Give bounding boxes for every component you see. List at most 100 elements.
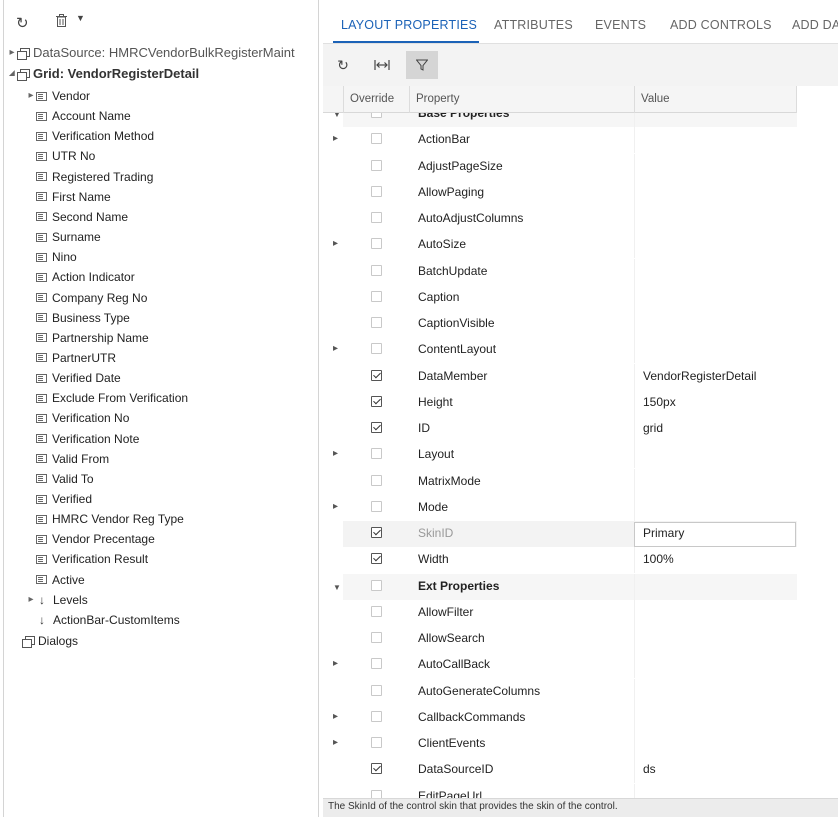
property-row[interactable]: ▸ Mode	[323, 494, 797, 521]
tree-node-field[interactable]: Valid To	[26, 469, 94, 489]
tree-node-levels[interactable]: ▸ ↓ Levels	[26, 590, 87, 610]
override-checkbox[interactable]	[371, 658, 382, 670]
tree-node-field[interactable]: Exclude From Verification	[26, 388, 188, 408]
tree-node-field[interactable]: Verification No	[26, 408, 129, 428]
property-row[interactable]: DataMember VendorRegisterDetail	[323, 363, 797, 390]
override-checkbox[interactable]	[371, 113, 382, 118]
property-row[interactable]: ▸ AutoSize	[323, 232, 797, 259]
property-row[interactable]: AllowPaging	[323, 179, 797, 206]
tree-node-dialogs[interactable]: Dialogs	[22, 631, 78, 651]
collapsed-arrow-icon[interactable]: ▸	[7, 43, 17, 63]
collapsed-arrow-icon[interactable]: ▸	[333, 133, 343, 144]
override-checkbox[interactable]	[371, 212, 382, 223]
override-checkbox[interactable]	[371, 737, 382, 748]
tree-node-field[interactable]: UTR No	[26, 146, 95, 166]
property-row[interactable]: AllowFilter	[323, 599, 797, 626]
property-row[interactable]: ID grid	[323, 416, 797, 442]
override-checkbox[interactable]	[371, 527, 382, 538]
override-checkbox[interactable]	[371, 422, 382, 433]
override-checkbox[interactable]	[371, 448, 382, 460]
caret-down-icon[interactable]: ▼	[76, 13, 85, 23]
override-checkbox[interactable]	[371, 789, 382, 798]
tab-add-data[interactable]: ADD DAT	[792, 18, 838, 32]
property-row[interactable]: AutoAdjustColumns	[323, 206, 797, 232]
property-row[interactable]: ▸ CallbackCommands	[323, 704, 797, 731]
tab-add-controls[interactable]: ADD CONTROLS	[670, 18, 772, 32]
tree-node-field[interactable]: Second Name	[26, 207, 128, 227]
override-checkbox[interactable]	[371, 185, 382, 197]
tree-node-field[interactable]: Surname	[26, 227, 101, 247]
property-row[interactable]: MatrixMode	[323, 468, 797, 495]
tree-node-field[interactable]: Vendor Precentage	[26, 529, 155, 549]
override-checkbox[interactable]	[371, 159, 382, 171]
override-checkbox[interactable]	[371, 474, 382, 486]
tree-node-field[interactable]: Nino	[26, 247, 77, 267]
tree-node-grid[interactable]: ◢ Grid: VendorRegisterDetail	[7, 64, 199, 84]
tree-node-field[interactable]: Company Reg No	[26, 288, 147, 308]
override-checkbox[interactable]	[371, 500, 382, 512]
property-row[interactable]: AllowSearch	[323, 626, 797, 652]
collapsed-arrow-icon[interactable]: ▸	[26, 86, 36, 106]
collapsed-arrow-icon[interactable]: ▸	[333, 238, 343, 249]
property-row[interactable]: ▸ AutoCallBack	[323, 652, 797, 679]
collapsed-arrow-icon[interactable]: ▸	[333, 658, 343, 669]
override-checkbox[interactable]	[371, 395, 382, 407]
property-row[interactable]: AutoGenerateColumns	[323, 678, 797, 705]
tab-layout-properties[interactable]: LAYOUT PROPERTIES	[341, 18, 477, 32]
collapsed-arrow-icon[interactable]: ▸	[333, 501, 343, 512]
tree-node-field[interactable]: Verification Method	[26, 126, 154, 146]
property-row[interactable]: Width 100%	[323, 547, 797, 574]
tree-node-datasource[interactable]: ▸ DataSource: HMRCVendorBulkRegisterMaint	[7, 43, 294, 63]
tree-node-field[interactable]: Verification Note	[26, 429, 139, 449]
collapsed-arrow-icon[interactable]: ▸	[333, 737, 343, 748]
collapsed-arrow-icon[interactable]: ▸	[26, 590, 36, 610]
tree-node-field[interactable]: ▸ Vendor	[26, 86, 90, 106]
property-row[interactable]: EditPageUrl	[323, 783, 797, 798]
override-checkbox[interactable]	[371, 684, 382, 696]
tree-node-field[interactable]: First Name	[26, 187, 111, 207]
tree-node-actionbar-customitems[interactable]: ↓ ActionBar-CustomItems	[36, 610, 180, 630]
collapsed-arrow-icon[interactable]: ▸	[333, 711, 343, 722]
tree-node-field[interactable]: Verification Result	[26, 549, 148, 569]
tab-events[interactable]: EVENTS	[595, 18, 646, 32]
override-checkbox[interactable]	[371, 553, 382, 565]
property-row[interactable]: Caption	[323, 284, 797, 311]
collapsed-arrow-icon[interactable]: ▸	[333, 343, 343, 354]
property-row[interactable]: ▸ ActionBar	[323, 127, 797, 154]
property-row[interactable]: CaptionVisible	[323, 311, 797, 337]
property-row[interactable]: AdjustPageSize	[323, 153, 797, 180]
tree-node-field[interactable]: Registered Trading	[26, 167, 153, 187]
collapsed-arrow-icon[interactable]: ▸	[333, 448, 343, 459]
override-checkbox[interactable]	[371, 317, 382, 328]
override-checkbox[interactable]	[371, 579, 382, 591]
fit-columns-icon[interactable]	[366, 51, 398, 79]
tree-node-field[interactable]: PartnerUTR	[26, 348, 116, 368]
property-row[interactable]: ▸ ContentLayout	[323, 337, 797, 364]
column-header-property[interactable]: Property	[409, 86, 634, 113]
tree-node-field[interactable]: Verified Date	[26, 368, 121, 388]
tree-node-field[interactable]: HMRC Vendor Reg Type	[26, 509, 184, 529]
expanded-arrow-icon[interactable]: ▼	[333, 113, 343, 119]
override-checkbox[interactable]	[371, 605, 382, 617]
property-row[interactable]: ▼ Ext Properties	[323, 573, 797, 600]
override-checkbox[interactable]	[371, 290, 382, 302]
tree-node-field[interactable]: Account Name	[26, 106, 131, 126]
override-checkbox[interactable]	[371, 369, 382, 381]
property-value[interactable]: Primary	[643, 526, 684, 540]
override-checkbox[interactable]	[371, 133, 382, 145]
override-checkbox[interactable]	[371, 238, 382, 250]
filter-icon[interactable]	[406, 51, 438, 79]
property-row[interactable]: ▸ Layout	[323, 442, 797, 469]
tree-node-field[interactable]: Business Type	[26, 308, 130, 328]
refresh-icon[interactable]: ↻	[327, 51, 359, 79]
property-row[interactable]: DataSourceID ds	[323, 757, 797, 784]
override-checkbox[interactable]	[371, 343, 382, 355]
expanded-arrow-icon[interactable]: ◢	[7, 64, 17, 84]
override-checkbox[interactable]	[371, 710, 382, 722]
override-checkbox[interactable]	[371, 632, 382, 643]
override-checkbox[interactable]	[371, 264, 382, 276]
property-row[interactable]: BatchUpdate	[323, 258, 797, 285]
tree-node-field[interactable]: Verified	[26, 489, 92, 509]
refresh-icon[interactable]: ↻	[16, 14, 29, 32]
tree-node-field[interactable]: Valid From	[26, 449, 109, 469]
